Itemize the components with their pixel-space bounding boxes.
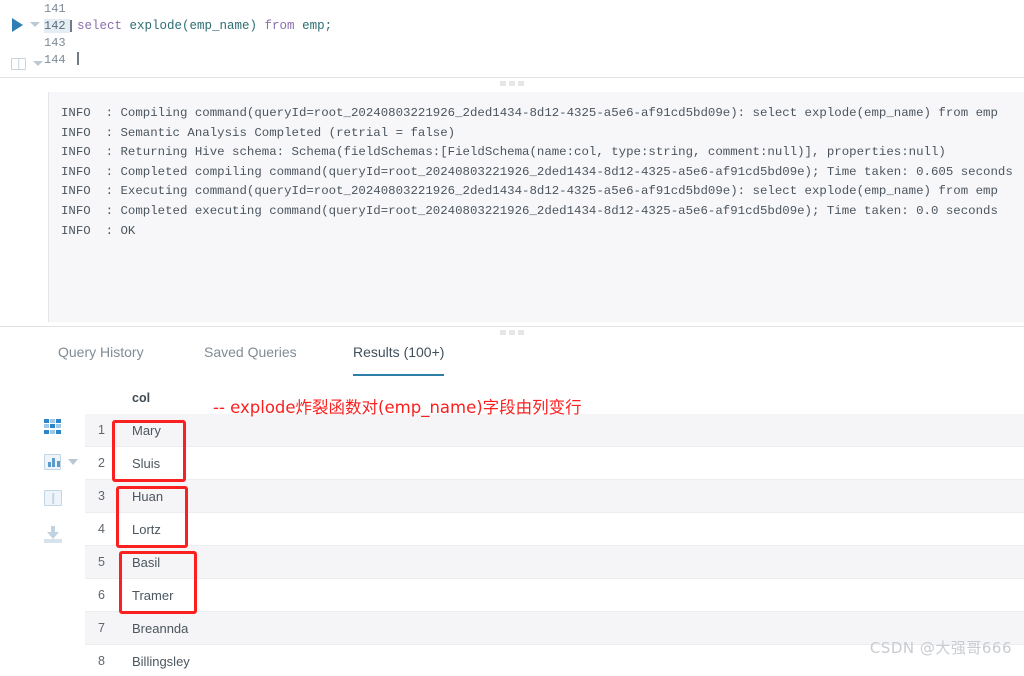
sql-editor-panel: 141 142 select explode(emp_name) from em… (0, 0, 1024, 77)
row-index: 7 (98, 621, 105, 635)
results-tabbar: Query History Saved Queries Results (100… (0, 340, 1024, 376)
line-content (70, 52, 79, 67)
table-row[interactable]: 3 Huan (85, 480, 1024, 513)
line-number: 142 (44, 18, 70, 33)
splitter-handle-icon[interactable] (500, 81, 524, 86)
table-row[interactable]: 5 Basil (85, 546, 1024, 579)
sql-keyword: select (77, 18, 130, 33)
explain-query-row (10, 55, 48, 72)
tab-label: Query History (58, 344, 144, 360)
tab-query-history[interactable]: Query History (58, 340, 144, 376)
row-value-col: Lortz (132, 521, 161, 537)
row-value-col: Basil (132, 554, 161, 570)
log-line: INFO : Completed compiling command(query… (61, 164, 1013, 179)
tab-label: Results (100+) (353, 344, 445, 360)
annotation-text: -- explode炸裂函数对(emp_name)字段由列变行 (213, 398, 582, 417)
hive-query-editor-page: 141 142 select explode(emp_name) from em… (0, 0, 1024, 676)
code-line-active: 142 select explode(emp_name) from emp; (44, 17, 1024, 34)
row-index: 2 (98, 456, 105, 470)
download-icon (44, 525, 62, 543)
row-index: 8 (98, 654, 105, 668)
grid-view-button[interactable] (44, 408, 78, 444)
line-number: 143 (44, 35, 66, 50)
code-line: 143 (44, 34, 1024, 51)
row-value-col: Sluis (132, 455, 161, 471)
chart-dropdown-icon[interactable] (68, 459, 78, 465)
text-cursor (77, 52, 79, 65)
log-line: INFO : Compiling command(queryId=root_20… (61, 106, 998, 120)
row-index: 5 (98, 555, 105, 569)
table-row[interactable]: 2 Sluis (85, 447, 1024, 480)
tab-active-underline (353, 373, 445, 376)
tab-label: Saved Queries (204, 344, 297, 360)
results-table: col -- explode炸裂函数对(emp_name)字段由列变行 1 Ma… (85, 384, 1024, 676)
watermark: CSDN @大强哥666 (869, 639, 1012, 657)
row-value-col: Breannda (132, 620, 189, 636)
columns-view-icon (44, 490, 62, 506)
tab-saved-queries[interactable]: Saved Queries (204, 340, 297, 376)
log-line: INFO : Executing command(queryId=root_20… (61, 184, 998, 199)
results-table-header: col -- explode炸裂函数对(emp_name)字段由列变行 (85, 384, 1024, 417)
grid-view-icon (44, 418, 61, 434)
log-line: INFO : Completed executing command(query… (61, 203, 998, 218)
table-row[interactable]: 1 Mary (85, 414, 1024, 447)
row-value-col: Huan (132, 488, 164, 504)
editor-log-splitter[interactable] (0, 77, 1024, 88)
row-index: 4 (98, 522, 105, 536)
chart-view-button[interactable] (44, 444, 78, 480)
line-content: select explode(emp_name) from emp; (70, 19, 332, 33)
log-line: INFO : Returning Hive schema: Schema(fie… (61, 145, 946, 160)
run-query-row (10, 16, 48, 33)
run-dropdown-icon[interactable] (30, 22, 40, 27)
row-index: 6 (98, 588, 105, 602)
tab-results[interactable]: Results (100+) (353, 340, 445, 376)
column-header-col: col (132, 391, 151, 405)
columns-view-button[interactable] (44, 480, 78, 516)
row-value-col: Mary (132, 422, 161, 438)
results-view-toolbar (44, 408, 78, 552)
row-index: 3 (98, 489, 105, 503)
run-query-icon[interactable] (12, 17, 23, 32)
chart-view-icon (44, 454, 61, 470)
table-row[interactable]: 4 Lortz (85, 513, 1024, 546)
log-line: INFO : OK (61, 223, 136, 238)
code-line: 141 (44, 0, 1024, 17)
log-results-splitter[interactable] (0, 326, 1024, 337)
line-number: 144 (44, 52, 66, 67)
query-log-panel: INFO : Compiling command(queryId=root_20… (48, 92, 1024, 322)
editor-gutter-actions (10, 16, 48, 72)
line-number: 141 (44, 1, 66, 16)
table-row[interactable]: 6 Tramer (85, 579, 1024, 612)
sql-identifier: emp; (302, 18, 333, 33)
log-line: INFO : Semantic Analysis Completed (retr… (61, 125, 456, 140)
sql-identifier: explode(emp_name) (129, 18, 265, 33)
row-value-col: Tramer (132, 587, 174, 603)
explain-dropdown-icon[interactable] (33, 61, 43, 66)
row-index: 1 (98, 423, 105, 437)
splitter-handle-icon[interactable] (500, 330, 524, 335)
code-line: 144 (44, 51, 1024, 68)
code-editor[interactable]: 141 142 select explode(emp_name) from em… (44, 0, 1024, 77)
explain-icon[interactable] (11, 57, 26, 70)
download-button[interactable] (44, 516, 78, 552)
sql-keyword: from (264, 18, 303, 33)
